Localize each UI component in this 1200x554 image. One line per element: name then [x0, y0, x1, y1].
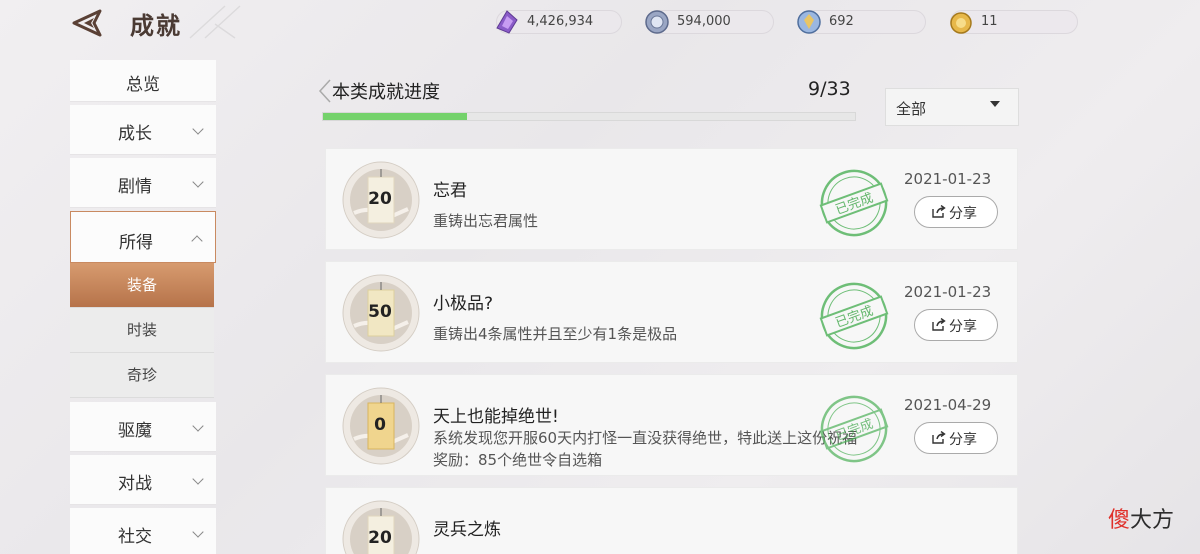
- currency-silver[interactable]: 594,000: [645, 10, 774, 34]
- achievement-points: 20: [368, 528, 392, 548]
- sidebar-subitem-treasure[interactable]: 奇珍: [70, 353, 214, 398]
- sidebar-subitem-equipment[interactable]: 装备: [70, 263, 214, 308]
- achievement-description: 重铸出4条属性并且至少有1条是极品: [433, 325, 678, 343]
- section-arrow-icon: [318, 79, 331, 103]
- share-button[interactable]: 分享: [914, 309, 998, 341]
- currency-value: 594,000: [677, 14, 731, 29]
- achievement-card: 20 灵兵之炼: [325, 487, 1018, 554]
- share-icon: [932, 431, 946, 444]
- title-decoration-icon: [189, 5, 241, 39]
- completed-stamp-icon: 已完成: [819, 395, 889, 463]
- currency-crystal[interactable]: 4,426,934: [496, 10, 622, 34]
- currency-gem[interactable]: 692: [797, 10, 926, 34]
- sidebar-item-story[interactable]: 剧情: [70, 158, 216, 208]
- achievement-card: 0 天上也能掉绝世! 系统发现您开服60天内打怪一直没获得绝世，特此送上这份祝福…: [325, 374, 1018, 476]
- sidebar-item-label: 对战: [118, 474, 152, 494]
- completed-stamp-icon: 已完成: [819, 169, 889, 237]
- sidebar-item-overview[interactable]: 总览: [70, 60, 216, 102]
- achievement-date: 2021-01-23: [904, 283, 992, 301]
- achievement-points: 20: [368, 189, 392, 209]
- watermark: 傻大方: [1108, 502, 1174, 534]
- achievement-date: 2021-01-23: [904, 170, 992, 188]
- share-icon: [932, 205, 946, 218]
- progress-count: 9/33: [808, 78, 851, 100]
- achievement-name: 灵兵之炼: [433, 520, 501, 540]
- filter-dropdown[interactable]: 全部: [885, 88, 1019, 126]
- achievement-points: 0: [374, 415, 386, 435]
- watermark-char: 傻: [1108, 508, 1131, 533]
- sidebar-item-growth[interactable]: 成长: [70, 105, 216, 155]
- currency-value: 11: [981, 14, 998, 29]
- purple-crystal-icon: [496, 10, 518, 34]
- sidebar-item-battle[interactable]: 对战: [70, 455, 216, 505]
- dropdown-arrow-icon: [990, 101, 1000, 107]
- watermark-text: 大方: [1130, 508, 1175, 533]
- share-button[interactable]: 分享: [914, 196, 998, 228]
- progress-bar-fill: [323, 113, 467, 120]
- sidebar-item-acquisition[interactable]: 所得: [70, 211, 216, 263]
- filter-value: 全部: [896, 100, 927, 118]
- currency-medal[interactable]: 11: [950, 10, 1078, 34]
- gold-medal-icon: [950, 12, 972, 34]
- achievement-name: 忘君: [433, 181, 467, 201]
- sidebar-item-label: 驱魔: [118, 421, 152, 441]
- share-icon: [932, 318, 946, 331]
- currency-value: 4,426,934: [527, 14, 594, 29]
- currency-value: 692: [829, 14, 854, 29]
- silver-coin-icon: [645, 10, 669, 34]
- completed-stamp-icon: 已完成: [819, 282, 889, 350]
- achievement-card: 20 忘君 重铸出忘君属性 已完成 2021-01-23 分享: [325, 148, 1018, 250]
- share-label: 分享: [949, 319, 977, 335]
- sidebar-item-label: 总览: [126, 75, 160, 95]
- back-arrow-icon[interactable]: [70, 8, 110, 38]
- sidebar-item-label: 成长: [118, 124, 152, 144]
- achievement-card: 50 小极品? 重铸出4条属性并且至少有1条是极品 已完成 2021-01-23…: [325, 261, 1018, 363]
- progress-title: 本类成就进度: [332, 82, 440, 103]
- sidebar-item-label: 剧情: [118, 177, 152, 197]
- achievement-name: 小极品?: [433, 294, 494, 314]
- sidebar-subitem-fashion[interactable]: 时装: [70, 308, 214, 353]
- achievement-name: 天上也能掉绝世!: [433, 407, 559, 427]
- category-sidebar: 总览 成长 剧情 所得 装备 时装 奇珍 驱魔 对战 社交: [70, 60, 218, 554]
- sidebar-item-label: 社交: [118, 527, 152, 547]
- stamp-text: 已完成: [834, 417, 876, 444]
- achievement-points: 50: [368, 302, 392, 322]
- sidebar-item-label: 所得: [119, 233, 153, 253]
- achievement-description: 重铸出忘君属性: [433, 212, 539, 230]
- sidebar-item-exorcism[interactable]: 驱魔: [70, 402, 216, 452]
- top-bar: 成就 4,426,934 594,000 692 11: [0, 0, 1200, 46]
- blue-gem-icon: [797, 10, 821, 34]
- page-title: 成就: [130, 12, 182, 40]
- progress-bar: [322, 112, 856, 121]
- sidebar-item-social[interactable]: 社交: [70, 508, 216, 554]
- achievement-date: 2021-04-29: [904, 396, 992, 414]
- share-label: 分享: [949, 206, 977, 222]
- share-button[interactable]: 分享: [914, 422, 998, 454]
- share-label: 分享: [949, 432, 977, 448]
